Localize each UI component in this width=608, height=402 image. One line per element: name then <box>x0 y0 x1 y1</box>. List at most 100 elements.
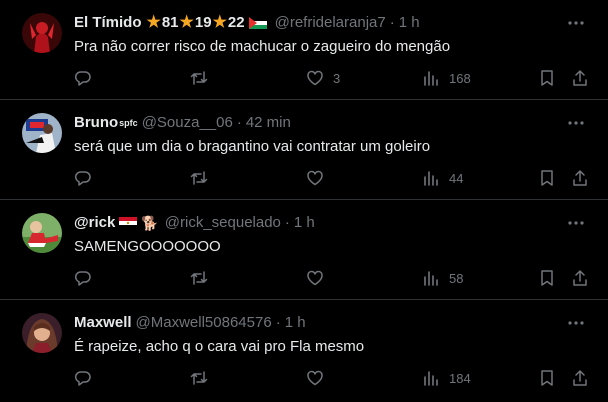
bookmark-icon <box>541 70 553 86</box>
star-icon: ★ <box>146 14 161 31</box>
tweet-actions: 44 <box>74 168 590 188</box>
like-button[interactable] <box>306 268 324 288</box>
view-count: 58 <box>449 270 464 286</box>
retweet-icon <box>190 371 208 385</box>
bookmark-button[interactable] <box>538 368 556 388</box>
star-icon: ★ <box>179 14 194 31</box>
tweet-actions: 3 168 <box>74 68 590 88</box>
separator-dot: · <box>284 214 290 231</box>
analytics-icon <box>424 171 438 186</box>
view-count: 184 <box>449 370 471 386</box>
timestamp[interactable]: 1 h <box>285 313 306 333</box>
avatar[interactable] <box>22 13 62 53</box>
views-button[interactable]: 44 <box>422 168 463 188</box>
avatar[interactable] <box>22 213 62 253</box>
heart-icon <box>307 370 323 386</box>
reply-button[interactable] <box>74 368 92 388</box>
analytics-icon <box>424 71 438 86</box>
name-suffix: spfc <box>119 118 138 128</box>
tweet-header: Bruno spfc @Souza__06 · 42 min <box>74 113 548 133</box>
retweet-button[interactable] <box>190 368 208 388</box>
dog-emoji: 🐕 <box>141 215 159 231</box>
views-button[interactable]: 58 <box>422 268 463 288</box>
avatar[interactable] <box>22 313 62 353</box>
tweet-text: Pra não correr risco de machucar o zague… <box>74 38 451 55</box>
bookmark-button[interactable] <box>538 68 556 88</box>
reply-icon <box>74 371 91 386</box>
avatar[interactable] <box>22 113 62 153</box>
palestine-flag-icon <box>248 17 267 29</box>
badge-value: 22 <box>227 14 245 31</box>
tweet[interactable]: @rick 🐕 @rick_sequelado · 1 h SAMENGOOOO… <box>0 200 608 300</box>
reply-button[interactable] <box>74 168 92 188</box>
more-options-icon[interactable] <box>566 213 586 233</box>
bookmark-button[interactable] <box>538 268 556 288</box>
share-button[interactable] <box>571 268 589 288</box>
tweet-text: SAMENGOOOOOOO <box>74 238 221 255</box>
more-options-icon[interactable] <box>566 113 586 133</box>
timeline-feed: El Tímido ★ 81 ★ 19 ★ 22 @refridelaranja7 ·… <box>0 0 608 402</box>
bookmark-icon <box>541 370 553 386</box>
analytics-icon <box>424 271 438 286</box>
like-button[interactable] <box>306 368 324 388</box>
timestamp[interactable]: 1 h <box>399 13 420 33</box>
share-button[interactable] <box>571 68 589 88</box>
retweet-button[interactable] <box>190 268 208 288</box>
reply-icon <box>74 171 91 186</box>
tweet[interactable]: Bruno spfc @Souza__06 · 42 min será que u… <box>0 100 608 200</box>
heart-icon <box>307 70 323 86</box>
share-button[interactable] <box>571 168 589 188</box>
tweet-actions: 184 <box>74 368 590 388</box>
share-icon <box>573 70 587 86</box>
user-handle[interactable]: @refridelaranja7 <box>275 13 386 33</box>
like-button[interactable]: 3 <box>306 68 340 88</box>
share-icon <box>573 370 587 386</box>
reply-button[interactable] <box>74 268 92 288</box>
timestamp[interactable]: 1 h <box>294 213 315 233</box>
heart-icon <box>307 170 323 186</box>
display-name[interactable]: @rick <box>74 213 115 233</box>
separator-dot: · <box>275 314 281 331</box>
tweet-header: Maxwell @Maxwell50864576 · 1 h <box>74 313 548 333</box>
separator-dot: · <box>389 14 395 31</box>
views-button[interactable]: 168 <box>422 68 471 88</box>
retweet-icon <box>190 171 208 185</box>
retweet-icon <box>190 71 208 85</box>
share-icon <box>573 270 587 286</box>
user-handle[interactable]: @rick_sequelado <box>165 213 281 233</box>
like-button[interactable] <box>306 168 324 188</box>
display-name[interactable]: Bruno <box>74 113 118 133</box>
reply-icon <box>74 71 91 86</box>
bookmark-button[interactable] <box>538 168 556 188</box>
bookmark-icon <box>541 270 553 286</box>
tweet-header: @rick 🐕 @rick_sequelado · 1 h <box>74 213 548 233</box>
share-icon <box>573 170 587 186</box>
tweet-text: será que um dia o bragantino vai contrat… <box>74 138 431 155</box>
tweet-header: El Tímido ★ 81 ★ 19 ★ 22 @refridelaranja7 ·… <box>74 13 548 33</box>
retweet-button[interactable] <box>190 168 208 188</box>
display-name[interactable]: El Tímido <box>74 13 142 33</box>
views-button[interactable]: 184 <box>422 368 471 388</box>
more-options-icon[interactable] <box>566 13 586 33</box>
retweet-icon <box>190 271 208 285</box>
name-badges: ★ 81 ★ 19 ★ 22 <box>142 13 271 33</box>
user-handle[interactable]: @Maxwell50864576 <box>136 313 272 333</box>
share-button[interactable] <box>571 368 589 388</box>
reply-button[interactable] <box>74 68 92 88</box>
tweet[interactable]: Maxwell @Maxwell50864576 · 1 h É rapeize… <box>0 300 608 400</box>
heart-icon <box>307 270 323 286</box>
user-handle[interactable]: @Souza__06 <box>142 113 233 133</box>
like-count: 3 <box>333 70 341 86</box>
analytics-icon <box>424 371 438 386</box>
separator-dot: · <box>236 114 242 131</box>
star-icon: ★ <box>212 14 227 31</box>
egypt-flag-icon <box>119 217 138 229</box>
tweet[interactable]: El Tímido ★ 81 ★ 19 ★ 22 @refridelaranja7 ·… <box>0 0 608 100</box>
tweet-text: É rapeize, acho q o cara vai pro Fla mes… <box>74 338 365 355</box>
timestamp[interactable]: 42 min <box>246 113 291 133</box>
view-count: 168 <box>449 70 471 86</box>
retweet-button[interactable] <box>190 68 208 88</box>
display-name[interactable]: Maxwell <box>74 313 132 333</box>
more-options-icon[interactable] <box>566 313 586 333</box>
bookmark-icon <box>541 170 553 186</box>
